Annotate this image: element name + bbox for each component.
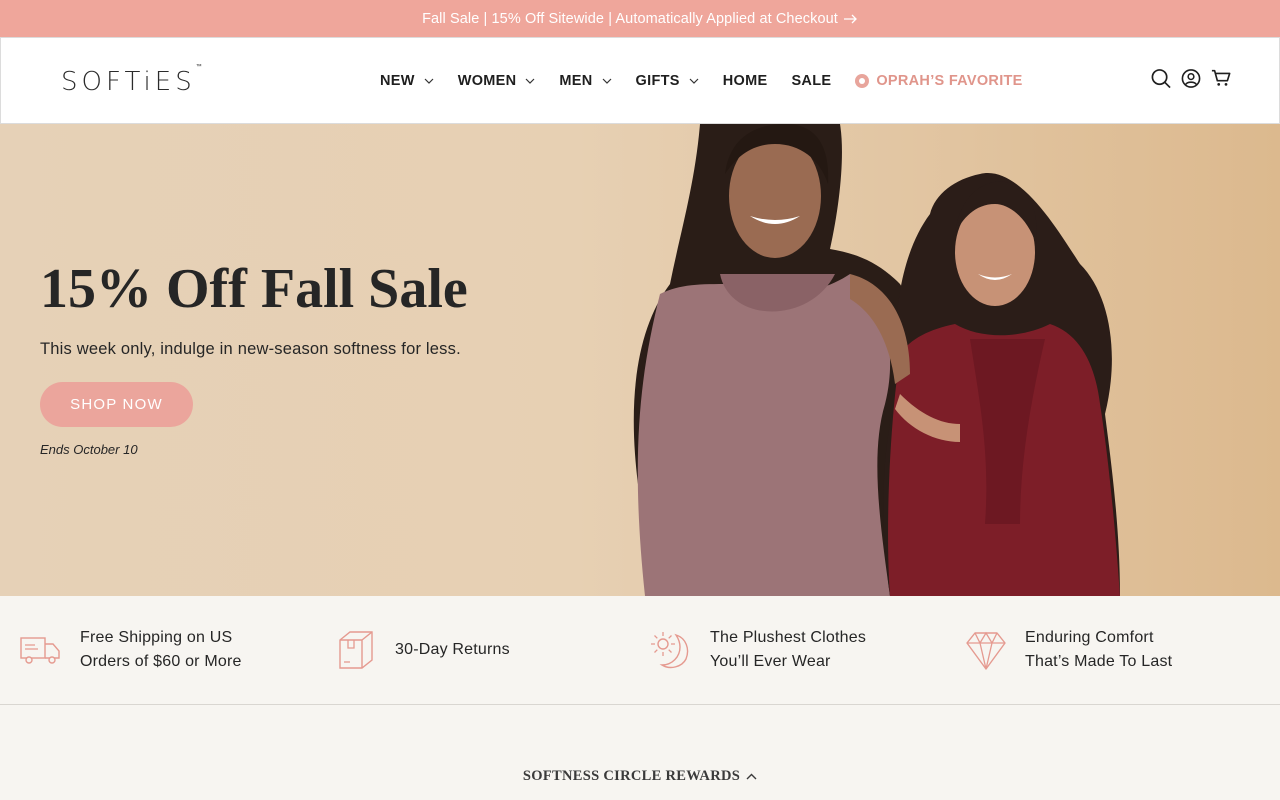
nav-item-home[interactable]: HOME xyxy=(723,73,768,89)
hero-banner: 15% Off Fall Sale This week only, indulg… xyxy=(0,124,1280,596)
feature-text: Free Shipping on US Orders of $60 or Mor… xyxy=(80,626,242,674)
main-nav: NEW WOMEN MEN GIFTS HOME SALE OPRAH’S FA… xyxy=(380,38,1023,123)
feature-line2: That’s Made To Last xyxy=(1025,653,1173,670)
nav-label: OPRAH’S FAVORITE xyxy=(876,72,1023,89)
arrow-right-icon xyxy=(843,14,858,24)
oprah-badge-icon xyxy=(855,73,870,88)
feature-line1: Enduring Comfort xyxy=(1025,629,1154,646)
nav-item-women[interactable]: WOMEN xyxy=(458,73,536,89)
hero-subtitle: This week only, indulge in new-season so… xyxy=(40,340,461,358)
nav-item-men[interactable]: MEN xyxy=(559,73,611,89)
nav-label: MEN xyxy=(559,72,593,89)
nav-label: SALE xyxy=(791,72,832,89)
feature-returns: 30-Day Returns xyxy=(335,596,510,704)
box-icon xyxy=(335,629,377,671)
feature-text: The Plushest Clothes You’ll Ever Wear xyxy=(710,626,866,674)
feature-free-shipping: Free Shipping on US Orders of $60 or Mor… xyxy=(20,596,242,704)
hero-models-image xyxy=(633,124,1120,596)
chevron-down-icon xyxy=(689,78,699,84)
nav-item-sale[interactable]: SALE xyxy=(791,73,831,89)
chevron-down-icon xyxy=(602,78,612,84)
logo-text: SOFTiES xyxy=(61,67,196,97)
search-icon[interactable] xyxy=(1151,66,1171,90)
sale-end-date: Ends October 10 xyxy=(40,442,138,457)
rewards-label: SOFTNESS CIRCLE REWARDS xyxy=(522,768,741,784)
feature-enduring-comfort: Enduring Comfort That’s Made To Last xyxy=(965,596,1172,704)
announcement-bar[interactable]: Fall Sale | 15% Off Sitewide | Automatic… xyxy=(0,0,1280,37)
softies-logo[interactable]: SOFTiES™ xyxy=(61,63,202,97)
feature-text: Enduring Comfort That’s Made To Last xyxy=(1025,626,1172,674)
nav-label: WOMEN xyxy=(457,72,517,89)
feature-text: 30-Day Returns xyxy=(395,638,510,662)
nav-label: NEW xyxy=(380,72,415,89)
logo-trademark: ™ xyxy=(195,63,202,71)
cart-icon[interactable] xyxy=(1211,66,1231,90)
diamond-icon xyxy=(965,629,1007,671)
chevron-down-icon xyxy=(525,78,535,84)
feature-line2: You’ll Ever Wear xyxy=(710,653,831,670)
truck-icon xyxy=(20,629,62,671)
site-header: SOFTiES™ NEW WOMEN MEN GIFTS HOME SALE O… xyxy=(0,37,1280,124)
feature-line1: Free Shipping on US xyxy=(80,629,233,646)
header-icons xyxy=(1151,66,1231,90)
account-icon[interactable] xyxy=(1181,66,1201,90)
nav-label: GIFTS xyxy=(635,72,680,89)
announcement-text: Fall Sale | 15% Off Sitewide | Automatic… xyxy=(422,10,838,27)
softness-circle-rewards-toggle[interactable]: SOFTNESS CIRCLE REWARDS xyxy=(523,768,757,785)
nav-item-gifts[interactable]: GIFTS xyxy=(636,73,699,89)
features-strip: Free Shipping on US Orders of $60 or Mor… xyxy=(0,596,1280,705)
chevron-down-icon xyxy=(424,78,434,84)
feature-line2: Orders of $60 or More xyxy=(80,653,242,670)
nav-label: HOME xyxy=(722,72,768,89)
nav-item-oprahs-favorite[interactable]: OPRAH’S FAVORITE xyxy=(855,73,1022,89)
shop-now-button[interactable]: SHOP NOW xyxy=(40,382,193,427)
chevron-up-icon xyxy=(746,773,757,780)
nav-item-new[interactable]: NEW xyxy=(380,73,434,89)
rewards-bar: SOFTNESS CIRCLE REWARDS xyxy=(0,768,1280,785)
feature-line1: 30-Day Returns xyxy=(395,641,510,658)
hero-title: 15% Off Fall Sale xyxy=(40,258,468,320)
feature-line1: The Plushest Clothes xyxy=(710,629,867,646)
sun-moon-icon xyxy=(650,629,692,671)
feature-plushest: The Plushest Clothes You’ll Ever Wear xyxy=(650,596,866,704)
